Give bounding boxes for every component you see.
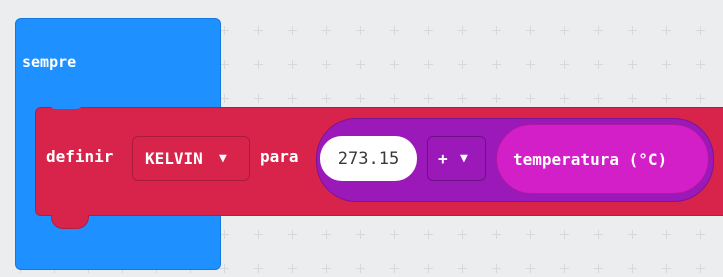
grid-tick — [356, 26, 365, 35]
grid-tick — [492, 26, 501, 35]
grid-tick — [696, 264, 705, 273]
grid-tick — [662, 230, 671, 239]
grid-tick — [594, 26, 603, 35]
grid-tick — [288, 230, 297, 239]
grid-tick — [254, 94, 263, 103]
operator-dropdown[interactable]: + ▼ — [427, 136, 486, 181]
grid-tick — [594, 230, 603, 239]
grid-tick — [288, 60, 297, 69]
grid-tick — [696, 26, 705, 35]
temperature-block-label: temperatura (°C) — [513, 149, 668, 169]
forever-block-label: sempre — [22, 53, 77, 71]
grid-tick — [390, 264, 399, 273]
grid-tick — [356, 230, 365, 239]
grid-tick — [424, 264, 433, 273]
grid-tick — [220, 230, 229, 239]
temperature-block[interactable]: temperatura (°C) — [496, 124, 709, 194]
block-connector-notch — [48, 101, 84, 109]
grid-tick — [254, 230, 263, 239]
grid-tick — [390, 94, 399, 103]
grid-tick — [492, 230, 501, 239]
grid-tick — [458, 26, 467, 35]
grid-tick — [492, 60, 501, 69]
grid-tick — [594, 94, 603, 103]
grid-tick — [254, 26, 263, 35]
grid-tick — [424, 60, 433, 69]
grid-tick — [288, 94, 297, 103]
grid-tick — [322, 94, 331, 103]
set-block-label: definir — [46, 147, 114, 166]
grid-tick — [254, 264, 263, 273]
grid-tick — [628, 60, 637, 69]
grid-tick — [288, 264, 297, 273]
grid-tick — [662, 264, 671, 273]
number-input[interactable]: 273.15 — [320, 136, 417, 181]
grid-tick — [526, 94, 535, 103]
grid-tick — [492, 264, 501, 273]
grid-tick — [696, 94, 705, 103]
grid-tick — [390, 230, 399, 239]
grid-tick — [696, 230, 705, 239]
grid-tick — [220, 264, 229, 273]
grid-tick — [220, 94, 229, 103]
grid-tick — [526, 60, 535, 69]
grid-tick — [526, 264, 535, 273]
grid-tick — [322, 26, 331, 35]
grid-tick — [424, 230, 433, 239]
grid-tick — [424, 26, 433, 35]
grid-tick — [594, 264, 603, 273]
variable-dropdown[interactable]: KELVIN ▼ — [132, 136, 250, 181]
grid-tick — [560, 94, 569, 103]
grid-tick — [220, 26, 229, 35]
grid-tick — [628, 26, 637, 35]
grid-tick — [662, 60, 671, 69]
grid-tick — [662, 26, 671, 35]
grid-tick — [322, 60, 331, 69]
grid-tick — [458, 264, 467, 273]
to-label: para — [260, 147, 299, 166]
grid-tick — [560, 230, 569, 239]
grid-tick — [424, 94, 433, 103]
block-connector-tab — [51, 215, 89, 229]
grid-tick — [628, 264, 637, 273]
grid-tick — [322, 230, 331, 239]
grid-tick — [322, 264, 331, 273]
grid-tick — [356, 60, 365, 69]
variable-name: KELVIN — [145, 149, 203, 168]
grid-tick — [356, 94, 365, 103]
grid-tick — [560, 26, 569, 35]
grid-tick — [288, 26, 297, 35]
grid-tick — [526, 230, 535, 239]
grid-tick — [390, 26, 399, 35]
grid-tick — [560, 264, 569, 273]
grid-tick — [458, 94, 467, 103]
grid-tick — [458, 230, 467, 239]
grid-tick — [526, 26, 535, 35]
grid-tick — [390, 60, 399, 69]
grid-tick — [458, 60, 467, 69]
grid-tick — [356, 264, 365, 273]
grid-tick — [696, 60, 705, 69]
grid-tick — [492, 94, 501, 103]
caret-down-icon: ▼ — [219, 151, 227, 166]
operator-symbol: + — [438, 149, 448, 168]
grid-tick — [594, 60, 603, 69]
grid-tick — [662, 94, 671, 103]
grid-tick — [220, 60, 229, 69]
grid-tick — [628, 94, 637, 103]
grid-tick — [560, 60, 569, 69]
grid-tick — [628, 230, 637, 239]
caret-down-icon: ▼ — [460, 151, 468, 166]
grid-tick — [254, 60, 263, 69]
